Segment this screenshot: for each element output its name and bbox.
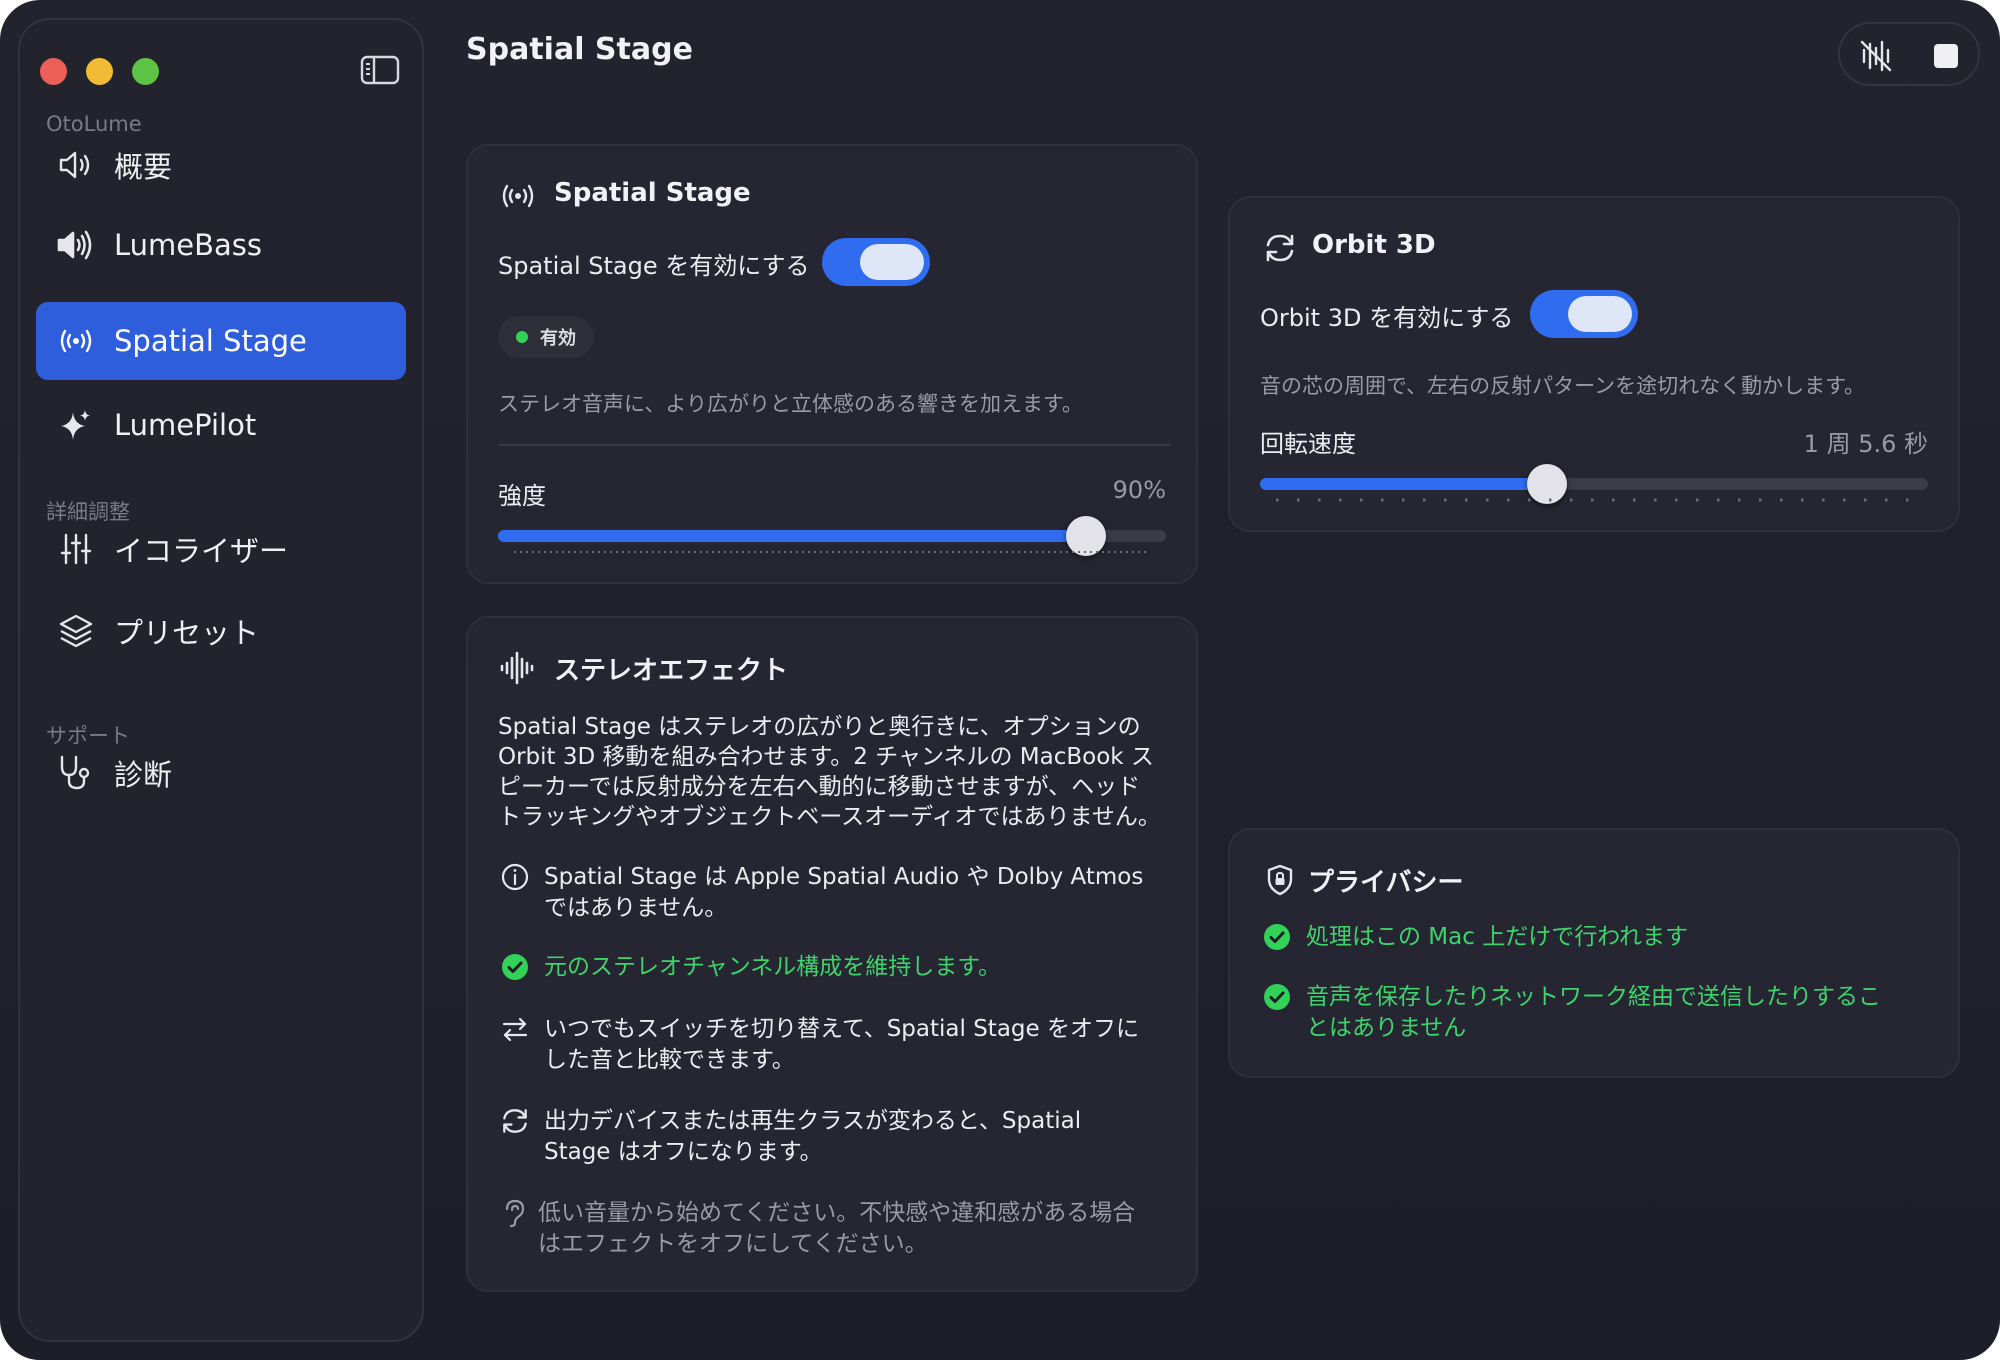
sidebar-item-label: 概要 <box>114 150 173 184</box>
swap-arrows-icon <box>498 1012 532 1046</box>
sidebar-item-label: LumeBass <box>114 228 263 262</box>
refresh-icon <box>498 1104 532 1138</box>
spatial-stage-card: Spatial Stage Spatial Stage を有効にする 有効 ステ… <box>466 144 1198 584</box>
spatial-enable-label: Spatial Stage を有効にする <box>498 252 810 280</box>
stethoscope-icon <box>56 753 96 793</box>
sliders-icon <box>56 529 96 569</box>
info-icon <box>498 860 532 894</box>
sidebar-item-presets[interactable]: プリセット <box>36 592 406 670</box>
shield-icon <box>1260 860 1300 900</box>
toolbar-pill <box>1838 22 1980 86</box>
list-item: 音声を保存したりネットワーク経由で送信したりするこ とはありません <box>1260 982 1881 1044</box>
sidebar-item-lumebass[interactable]: LumeBass <box>36 206 406 284</box>
sidebar-item-label: Spatial Stage <box>114 324 307 358</box>
sparkle-icon <box>56 405 96 445</box>
refresh-icon <box>1260 228 1300 268</box>
list-item: いつでもスイッチを切り替えて、Spatial Stage をオフに した音と比較… <box>498 1014 1139 1076</box>
rotation-speed-slider-fill <box>1260 478 1548 490</box>
sidebar-item-label: LumePilot <box>114 408 257 442</box>
check-circle-icon <box>1260 980 1294 1014</box>
speaker-icon <box>56 145 96 185</box>
list-item: 低い音量から始めてください。不快感や違和感がある場合 はエフェクトをオフにしてく… <box>498 1198 1135 1260</box>
list-item: 出力デバイスまたは再生クラスが変わると、Spatial Stage はオフになり… <box>498 1106 1081 1168</box>
rotation-speed-slider[interactable] <box>1260 464 1928 504</box>
paragraph-line: Orbit 3D 移動を組み合わせます。2 チャンネルの MacBook ス <box>498 744 1154 770</box>
paragraph-line: ピーカーでは反射成分を左右へ動的に移動させますが、ヘッド <box>498 774 1141 800</box>
card-title: ステレオエフェクト <box>554 656 789 686</box>
app-window: OtoLume 概要 LumeBass Spatial Stage LumePi… <box>0 0 2000 1360</box>
stop-icon[interactable] <box>1924 34 1968 78</box>
rotation-speed-slider-ticks <box>1276 498 1912 502</box>
sidebar-item-spatial-stage[interactable]: Spatial Stage <box>36 302 406 380</box>
list-item-text: 音声を保存したりネットワーク経由で送信したりするこ とはありません <box>1306 984 1881 1041</box>
waveform-slash-icon[interactable] <box>1854 34 1898 78</box>
stereo-effect-card: ステレオエフェクト Spatial Stage はステレオの広がりと奥行きに、オ… <box>466 616 1198 1292</box>
sidebar: OtoLume 概要 LumeBass Spatial Stage LumePi… <box>18 18 424 1342</box>
intensity-slider-fill <box>498 530 1086 542</box>
status-badge: 有効 <box>498 316 594 358</box>
list-item: 処理はこの Mac 上だけで行われます <box>1260 922 1688 954</box>
orbit-3d-card: Orbit 3D Orbit 3D を有効にする 音の芯の周囲で、左右の反射パタ… <box>1228 196 1960 532</box>
orbit-enable-label: Orbit 3D を有効にする <box>1260 304 1514 332</box>
minimize-window-button[interactable] <box>86 58 113 85</box>
waveform-icon <box>498 648 538 688</box>
list-item: 元のステレオチャンネル構成を維持します。 <box>498 952 1001 984</box>
list-item-text: 低い音量から始めてください。不快感や違和感がある場合 はエフェクトをオフにしてく… <box>538 1200 1136 1257</box>
privacy-card: プライバシー 処理はこの Mac 上だけで行われます 音声を保存したりネットワー… <box>1228 828 1960 1078</box>
check-circle-icon <box>498 950 532 984</box>
broadcast-icon <box>498 176 538 216</box>
intensity-label: 強度 <box>498 482 546 510</box>
close-window-button[interactable] <box>40 58 67 85</box>
speaker-loud-icon <box>56 225 96 265</box>
status-badge-label: 有効 <box>540 328 576 349</box>
paragraph-line: Spatial Stage はステレオの広がりと奥行きに、オプションの <box>498 714 1141 740</box>
card-title: プライバシー <box>1308 868 1464 898</box>
card-title: Orbit 3D <box>1312 230 1436 260</box>
layers-icon <box>56 611 96 651</box>
list-item-text: 元のステレオチャンネル構成を維持します。 <box>544 954 1002 980</box>
ear-icon <box>498 1196 532 1230</box>
zoom-window-button[interactable] <box>132 58 159 85</box>
intensity-value: 90% <box>1112 476 1166 504</box>
spatial-enable-toggle[interactable] <box>822 238 930 286</box>
sidebar-item-label: プリセット <box>114 616 260 650</box>
broadcast-icon <box>56 321 96 361</box>
sidebar-item-label: イコライザー <box>114 534 289 568</box>
sidebar-item-label: 診断 <box>114 758 173 792</box>
list-item-text: 出力デバイスまたは再生クラスが変わると、Spatial Stage はオフになり… <box>544 1108 1082 1165</box>
paragraph-line: トラッキングやオブジェクトベースオーディオではありません。 <box>498 804 1161 830</box>
page-title: Spatial Stage <box>466 32 693 67</box>
sidebar-item-diagnostics[interactable]: 診断 <box>36 734 406 812</box>
stereo-paragraph: Spatial Stage はステレオの広がりと奥行きに、オプションの Orbi… <box>498 712 1161 832</box>
divider <box>498 444 1170 446</box>
sidebar-item-overview[interactable]: 概要 <box>36 126 406 204</box>
sidebar-item-equalizer[interactable]: イコライザー <box>36 510 406 588</box>
list-item: Spatial Stage は Apple Spatial Audio や Do… <box>498 862 1143 924</box>
list-item-text: 処理はこの Mac 上だけで行われます <box>1306 924 1689 950</box>
list-item-text: Spatial Stage は Apple Spatial Audio や Do… <box>544 864 1144 921</box>
card-title: Spatial Stage <box>554 178 751 208</box>
intensity-slider-ticks <box>514 551 1150 553</box>
check-circle-icon <box>1260 920 1294 954</box>
rotation-speed-value: 1 周 5.6 秒 <box>1803 430 1928 458</box>
sidebar-item-lumepilot[interactable]: LumePilot <box>36 386 406 464</box>
orbit-description: 音の芯の周囲で、左右の反射パターンを途切れなく動かします。 <box>1260 374 1866 398</box>
intensity-slider[interactable] <box>498 516 1166 556</box>
list-item-text: いつでもスイッチを切り替えて、Spatial Stage をオフに した音と比較… <box>544 1016 1139 1073</box>
orbit-enable-toggle[interactable] <box>1530 290 1638 338</box>
spatial-description: ステレオ音声に、より広がりと立体感のある響きを加えます。 <box>498 392 1083 416</box>
rotation-speed-label: 回転速度 <box>1260 430 1356 458</box>
status-dot <box>516 331 528 343</box>
sidebar-toggle-icon[interactable] <box>360 54 400 86</box>
